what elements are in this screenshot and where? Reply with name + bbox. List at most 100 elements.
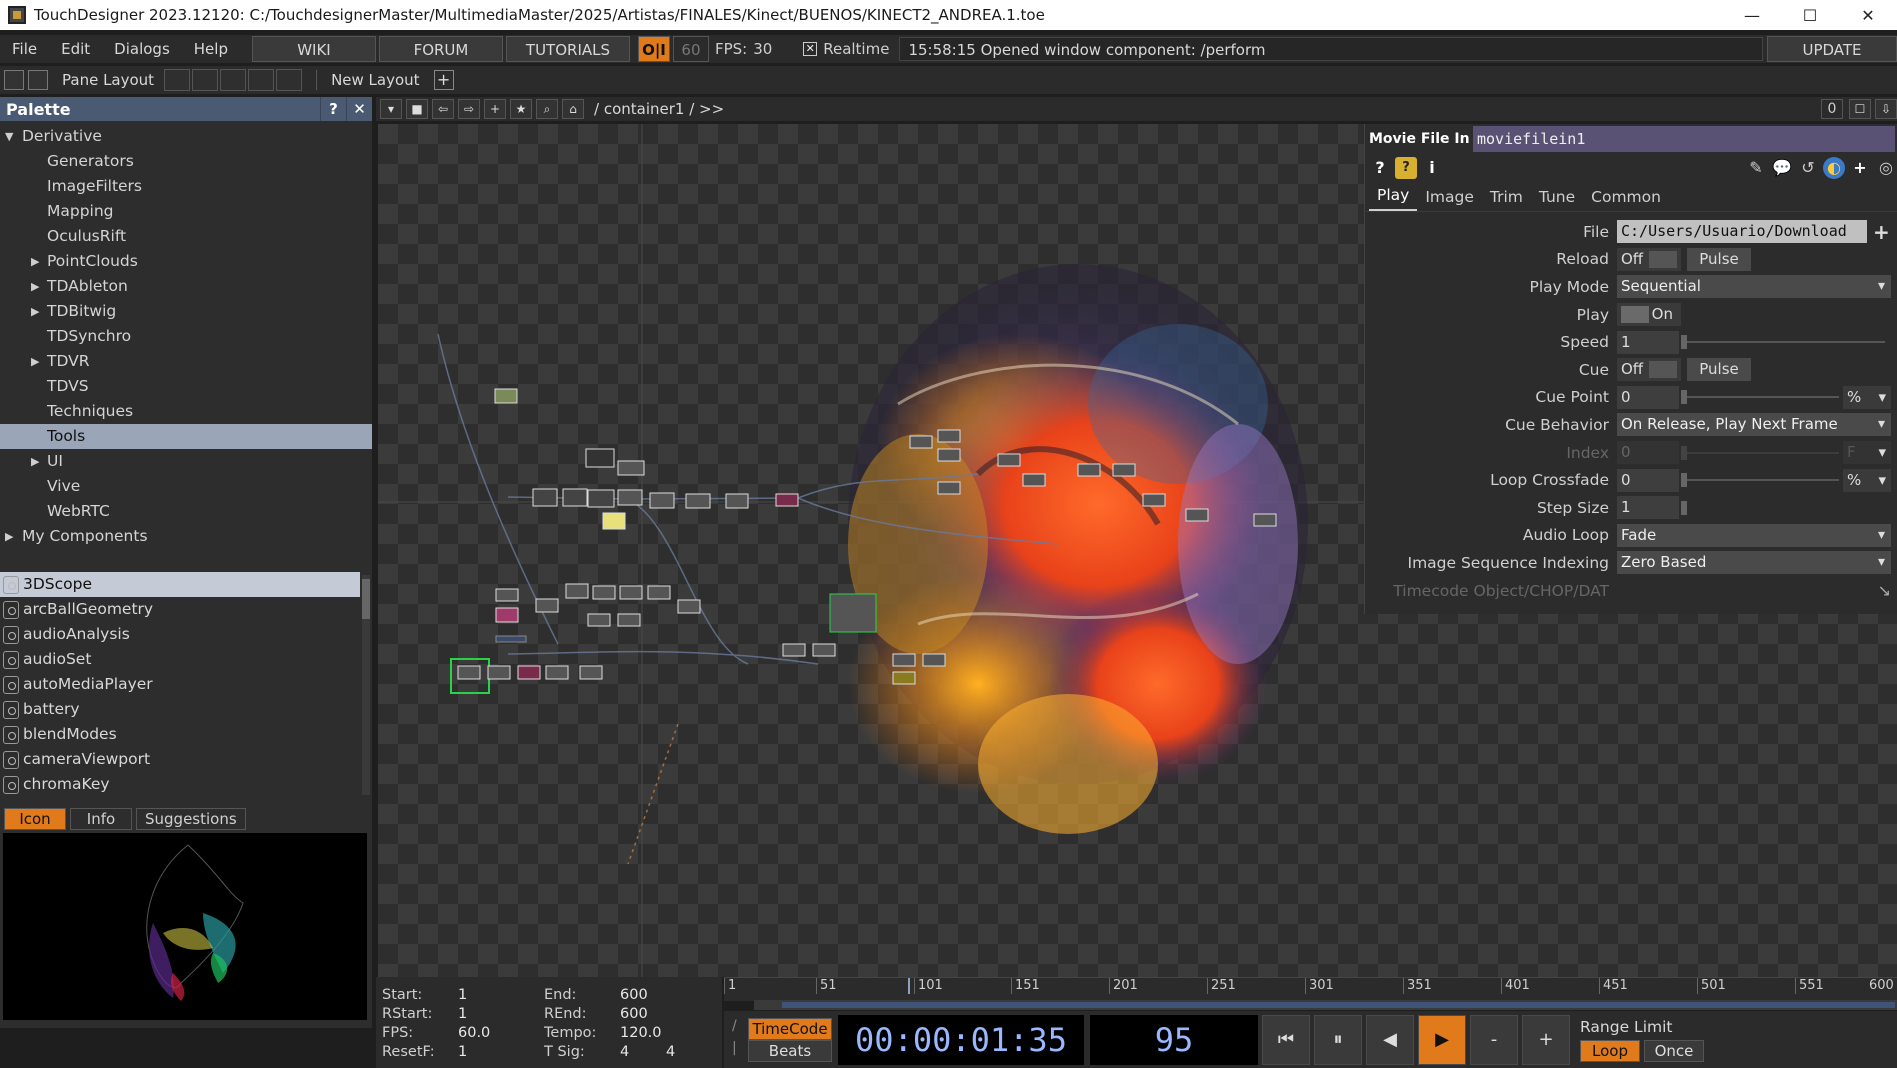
add-parameter-icon[interactable]: + xyxy=(1849,157,1871,179)
palette-tree-item[interactable]: WebRTC xyxy=(0,499,372,524)
operator-node[interactable] xyxy=(937,429,961,443)
realtime-checkbox[interactable]: ✕ xyxy=(803,42,818,56)
image-sequence-indexing-dropdown[interactable]: Zero Based xyxy=(1617,551,1891,575)
operator-node[interactable] xyxy=(812,643,836,657)
expanded-arrow-icon[interactable]: ▼ xyxy=(5,124,13,149)
palette-close-button[interactable]: ✕ xyxy=(346,97,372,121)
palette-tree-item[interactable]: ▶ My Components xyxy=(0,524,372,549)
layout-three-button[interactable] xyxy=(248,69,275,91)
cue-point-field[interactable]: 0 xyxy=(1617,385,1679,409)
layout-quad-button[interactable] xyxy=(276,69,303,91)
comment-icon[interactable]: 💬 xyxy=(1771,157,1793,179)
palette-tree-item[interactable]: Generators xyxy=(0,149,372,174)
range-bar[interactable] xyxy=(754,1000,1897,1010)
update-button[interactable]: UPDATE xyxy=(1767,36,1897,62)
to-start-button[interactable]: ⏮ xyxy=(1262,1014,1310,1065)
operator-node[interactable] xyxy=(1253,513,1277,527)
collapsed-arrow-icon[interactable]: ▶ xyxy=(5,524,13,549)
tab-icon[interactable]: Icon xyxy=(4,808,66,830)
operator-node[interactable] xyxy=(937,448,961,462)
operator-node[interactable] xyxy=(1077,463,1101,477)
timecode-display[interactable]: 00:00:01:35 xyxy=(838,1014,1084,1065)
collapsed-arrow-icon[interactable]: ▶ xyxy=(31,249,39,274)
operator-node[interactable] xyxy=(495,588,519,602)
operator-node[interactable] xyxy=(592,585,616,600)
oi-toggle-button[interactable]: O|I xyxy=(637,36,670,62)
operator-node[interactable] xyxy=(829,593,877,633)
palette-tree-item[interactable]: ▶ PointClouds xyxy=(0,249,372,274)
tab-image[interactable]: Image xyxy=(1417,188,1482,211)
stop-icon[interactable]: ■ xyxy=(406,99,428,119)
operator-node[interactable] xyxy=(782,643,806,657)
operator-node[interactable] xyxy=(892,671,916,685)
timeline-playhead[interactable] xyxy=(908,978,910,994)
resetf-value[interactable]: 1 xyxy=(458,1044,467,1060)
operator-node[interactable] xyxy=(495,635,527,643)
operator-node[interactable] xyxy=(677,599,701,614)
operator-node[interactable] xyxy=(617,613,641,627)
palette-tree-item[interactable]: ▼ Derivative xyxy=(0,124,372,149)
step-forward-button[interactable]: + xyxy=(1522,1014,1570,1065)
add-layout-button[interactable]: + xyxy=(433,70,454,90)
help-icon[interactable]: ? xyxy=(1369,157,1391,179)
fps-cap-field[interactable]: 60 xyxy=(672,36,709,62)
pause-button[interactable]: ⏸ xyxy=(1314,1014,1362,1065)
python-icon[interactable]: ◐ xyxy=(1823,157,1845,179)
play-reverse-button[interactable]: ◀ xyxy=(1366,1014,1414,1065)
component-list-item[interactable]: battery xyxy=(0,697,360,722)
rstart-value[interactable]: 1 xyxy=(458,1006,467,1022)
collapsed-arrow-icon[interactable]: ▶ xyxy=(31,349,39,374)
loop-crossfade-field[interactable]: 0 xyxy=(1617,468,1679,492)
end-value[interactable]: 600 xyxy=(620,987,648,1003)
file-path-field[interactable]: C:/Users/Usuario/Download xyxy=(1617,220,1867,244)
palette-tree-item[interactable]: ▶ TDBitwig xyxy=(0,299,372,324)
search-icon[interactable]: ⌕ xyxy=(536,99,558,119)
component-list-item[interactable]: audioSet xyxy=(0,647,360,672)
operator-node[interactable] xyxy=(1185,508,1209,522)
pane-options-icon[interactable]: ⇩ xyxy=(1875,99,1897,119)
operator-node[interactable] xyxy=(649,492,675,509)
palette-tree-item[interactable]: ▶ TDVR xyxy=(0,349,372,374)
component-list-item[interactable]: chromaKey xyxy=(0,772,360,797)
edit-pencil-icon[interactable]: ✎ xyxy=(1745,157,1767,179)
operator-node[interactable] xyxy=(587,489,615,508)
rend-value[interactable]: 600 xyxy=(620,1006,648,1022)
component-list-item[interactable]: 3DScope xyxy=(0,572,360,597)
fps-setting-value[interactable]: 60.0 xyxy=(458,1025,490,1041)
start-value[interactable]: 1 xyxy=(458,987,467,1003)
frame-display[interactable]: 95 xyxy=(1090,1014,1258,1065)
tab-common[interactable]: Common xyxy=(1583,188,1669,211)
operator-node[interactable] xyxy=(457,665,481,680)
network-menu-icon[interactable]: ▾ xyxy=(380,99,402,119)
palette-tree-item[interactable]: Tools xyxy=(0,424,372,449)
maximize-button[interactable]: ☐ xyxy=(1781,6,1839,25)
speed-slider[interactable] xyxy=(1681,335,1885,350)
operator-node[interactable] xyxy=(535,598,559,613)
tab-info[interactable]: Info xyxy=(70,808,132,830)
operator-node[interactable] xyxy=(1142,493,1166,507)
operator-node[interactable] xyxy=(997,453,1021,467)
forum-button[interactable]: FORUM xyxy=(378,36,503,62)
layout-single-button[interactable] xyxy=(164,69,191,91)
operator-node[interactable] xyxy=(1022,473,1046,487)
operator-node[interactable] xyxy=(565,583,589,599)
tab-suggestions[interactable]: Suggestions xyxy=(136,808,246,830)
tempo-value[interactable]: 120.0 xyxy=(620,1025,662,1041)
operator-node[interactable] xyxy=(617,489,643,506)
play-toggle[interactable]: On xyxy=(1617,303,1681,327)
reload-toggle[interactable]: Off xyxy=(1617,247,1681,271)
operator-node[interactable] xyxy=(1112,463,1136,477)
operator-node[interactable] xyxy=(495,607,519,623)
palette-tree-item[interactable]: ▶ TDAbleton xyxy=(0,274,372,299)
operator-node[interactable] xyxy=(545,665,569,680)
network-path-breadcrumb[interactable]: / container1 / >> xyxy=(594,100,1821,118)
operator-name-field[interactable]: moviefilein1 xyxy=(1473,126,1895,152)
wiki-button[interactable]: WIKI xyxy=(251,36,376,62)
menu-file[interactable]: File xyxy=(0,40,49,58)
operator-node[interactable] xyxy=(517,665,541,680)
palette-tree-item[interactable]: Vive xyxy=(0,474,372,499)
loop-crossfade-slider[interactable] xyxy=(1681,473,1839,488)
target-icon[interactable]: ◎ xyxy=(1875,157,1897,179)
tsig-value-a[interactable]: 4 xyxy=(620,1044,629,1060)
speed-field[interactable]: 1 xyxy=(1617,330,1679,354)
